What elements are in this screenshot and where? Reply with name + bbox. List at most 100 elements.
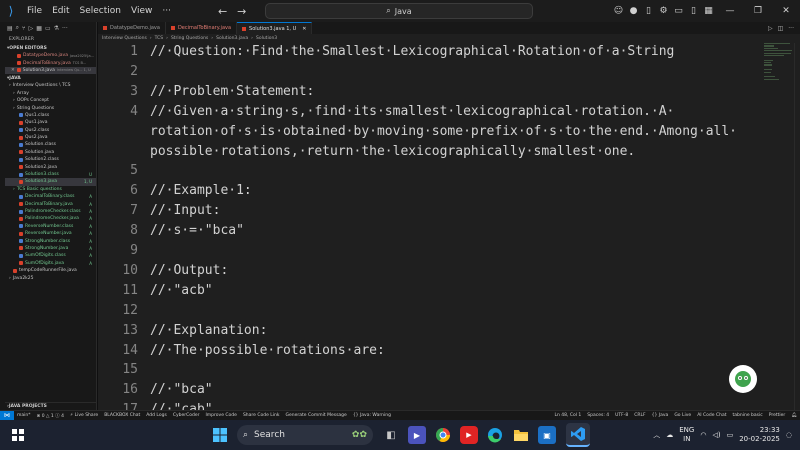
tree-item[interactable]: StrongNumber.java A — [5, 245, 96, 252]
status-left-item[interactable]: BLACKBOX Chat — [101, 413, 143, 419]
settings-gear-icon[interactable]: ⚙ — [656, 6, 671, 16]
ai-assistant-bubble-icon[interactable] — [729, 365, 757, 393]
menu-view[interactable]: View — [126, 6, 157, 16]
restore-icon[interactable]: ❐ — [744, 6, 772, 16]
taskbar-search[interactable]: ⌕ Search ✿✿ — [237, 425, 373, 445]
tree-item[interactable]: StrongNumber.class A — [5, 237, 96, 244]
status-right-item[interactable]: Prettier — [766, 413, 789, 418]
task-view-icon[interactable]: ◧ — [382, 426, 400, 444]
menu-file[interactable]: File — [22, 6, 47, 16]
status-right-item[interactable]: CRLF — [631, 413, 648, 418]
tree-item[interactable]: Solution2.java — [5, 163, 96, 170]
status-right-item[interactable]: {} Java — [649, 413, 672, 418]
tab-0[interactable]: DatatypeDemo.java — [98, 22, 166, 34]
status-left-item[interactable]: Generate Commit Message — [283, 413, 350, 419]
status-left-item[interactable]: ⊗ 0 △ 1 ⓘ 4 — [34, 413, 67, 419]
editor-scrollbar[interactable] — [794, 43, 800, 410]
breadcrumb-item[interactable]: String Questions — [171, 36, 208, 41]
tray-chevron-icon[interactable]: ︿ — [653, 430, 660, 440]
tree-item[interactable]: Solution2.class — [5, 156, 96, 163]
tree-item[interactable]: DecimalToBinary.java A — [5, 200, 96, 207]
tree-item[interactable]: › Java2k25 — [5, 274, 96, 281]
tree-item[interactable]: ReverseNumber.class A — [5, 223, 96, 230]
cloud-icon[interactable]: ☁︎ — [666, 431, 673, 439]
youtube-icon[interactable]: ▶ — [460, 426, 478, 444]
open-editor-item[interactable]: DecimalToBinary.java TCS B... — [5, 59, 96, 66]
breadcrumb-item[interactable]: Interview Questions — [102, 36, 147, 41]
tree-item[interactable]: › String Questions — [5, 104, 96, 111]
status-left-item[interactable]: Share Code Link — [240, 413, 283, 419]
layout-panel-icon[interactable]: ▭ — [671, 6, 686, 16]
notifications-bell-icon[interactable]: 🔔︎ — [788, 413, 800, 418]
volume-icon[interactable]: ◁) — [712, 431, 720, 439]
wifi-icon[interactable]: ◠ — [700, 431, 706, 439]
remote-indicator-icon[interactable]: ⋈ — [0, 410, 14, 421]
edge-icon[interactable] — [486, 426, 504, 444]
tree-item[interactable]: Solution.java — [5, 149, 96, 156]
forward-arrow-icon[interactable]: → — [237, 5, 246, 18]
breadcrumb-item[interactable]: Solution3.java — [216, 36, 248, 41]
vscode-logo-icon[interactable]: ⟩ — [0, 0, 22, 22]
command-center-search[interactable]: ⌕ Java — [265, 3, 533, 19]
status-left-item[interactable]: main* — [14, 413, 34, 419]
search-sidebar-icon[interactable]: ⌕ — [16, 24, 19, 32]
status-right-item[interactable]: tabnine basic — [730, 413, 766, 418]
menu-edit[interactable]: Edit — [47, 6, 74, 16]
tree-item[interactable]: › TCS Basic questions — [5, 186, 96, 193]
layout-secondary-icon[interactable]: ▯ — [686, 6, 701, 16]
tree-item[interactable]: SumOfDigits.class A — [5, 252, 96, 259]
minimize-icon[interactable]: — — [716, 6, 744, 16]
status-left-item[interactable]: CyberCoder — [170, 413, 203, 419]
tree-item[interactable]: Solution3.java 1, U — [5, 178, 96, 186]
explorer-icon[interactable]: ▤ — [7, 25, 13, 32]
back-arrow-icon[interactable]: ← — [218, 5, 227, 18]
start-windows-icon[interactable] — [211, 426, 229, 444]
tree-item[interactable]: Qus1.java — [5, 119, 96, 126]
remote-icon[interactable]: ▭ — [45, 25, 51, 32]
clock[interactable]: 23:33 20-02-2025 — [739, 426, 780, 444]
status-left-item[interactable]: Add Logs — [143, 413, 170, 419]
breadcrumb-item[interactable]: Solution3 — [256, 36, 277, 41]
notification-center-icon[interactable]: ◌ — [786, 431, 792, 439]
tree-item[interactable]: ReverseNumber.java A — [5, 230, 96, 237]
open-editor-item[interactable]: ✕ Solution3.java Interview Qu... 1, U — [5, 66, 96, 75]
open-editor-item[interactable]: DatatypeDemo.java Java2025\Ja... — [5, 52, 96, 59]
more-actions-icon[interactable]: ··· — [788, 25, 794, 32]
status-left-item[interactable]: ⚡ Live Share — [67, 413, 101, 419]
menu-more-icon[interactable]: ··· — [157, 6, 176, 16]
open-editors-section[interactable]: ▾ OPEN EDITORS — [5, 44, 96, 52]
chrome-icon[interactable] — [434, 426, 452, 444]
extensions-icon[interactable]: ▦ — [36, 25, 42, 32]
split-editor-icon[interactable]: ◫ — [778, 25, 784, 32]
more-icon[interactable]: ··· — [62, 25, 68, 32]
vscode-taskbar-icon[interactable] — [566, 423, 590, 447]
testing-icon[interactable]: ⚗ — [54, 25, 59, 32]
meet-icon[interactable]: ▶ — [408, 426, 426, 444]
code-editor[interactable]: 1 2 3 4 5 6 7 8 9 10 11 12 13 14 15 16 17 //·Question:·F… — [98, 43, 800, 410]
close-editor-icon[interactable]: ✕ — [11, 68, 15, 73]
minimap[interactable] — [764, 43, 794, 103]
tab-2[interactable]: Solution3.java 1, U ✕ — [237, 22, 313, 34]
tree-item[interactable]: Qus1.class — [5, 112, 96, 119]
tree-item[interactable]: Solution.class — [5, 141, 96, 148]
tab-close-icon[interactable]: ✕ — [302, 26, 306, 32]
tree-item[interactable]: tempCodeRunnerFile.java — [5, 267, 96, 274]
tree-item[interactable]: › Array — [5, 90, 96, 97]
status-left-item[interactable]: Improve Code — [202, 413, 239, 419]
tree-item[interactable]: Qus2.java — [5, 134, 96, 141]
source-control-icon[interactable]: ⑂ — [22, 25, 26, 32]
status-right-item[interactable]: UTF-8 — [612, 413, 631, 418]
battery-icon[interactable]: ▭ — [727, 431, 734, 439]
status-right-item[interactable]: Ln 48, Col 1 — [551, 413, 584, 418]
photos-icon[interactable]: ▣ — [538, 426, 556, 444]
workspace-section[interactable]: ▾ JAVA — [5, 74, 96, 82]
breadcrumb-item[interactable]: TCS — [155, 36, 163, 41]
tab-1[interactable]: DecimalToBinary.java — [166, 22, 238, 34]
file-explorer-icon[interactable] — [512, 426, 530, 444]
customize-layout-icon[interactable]: ▦ — [701, 6, 716, 16]
layout-sidebar-icon[interactable]: ▯ — [641, 6, 656, 16]
tree-item[interactable]: Solution3.class U — [5, 171, 96, 178]
tree-item[interactable]: › OOPs Concept — [5, 97, 96, 104]
tree-item[interactable]: › Interview Questions \ TCS — [5, 82, 96, 89]
close-icon[interactable]: ✕ — [772, 6, 800, 16]
